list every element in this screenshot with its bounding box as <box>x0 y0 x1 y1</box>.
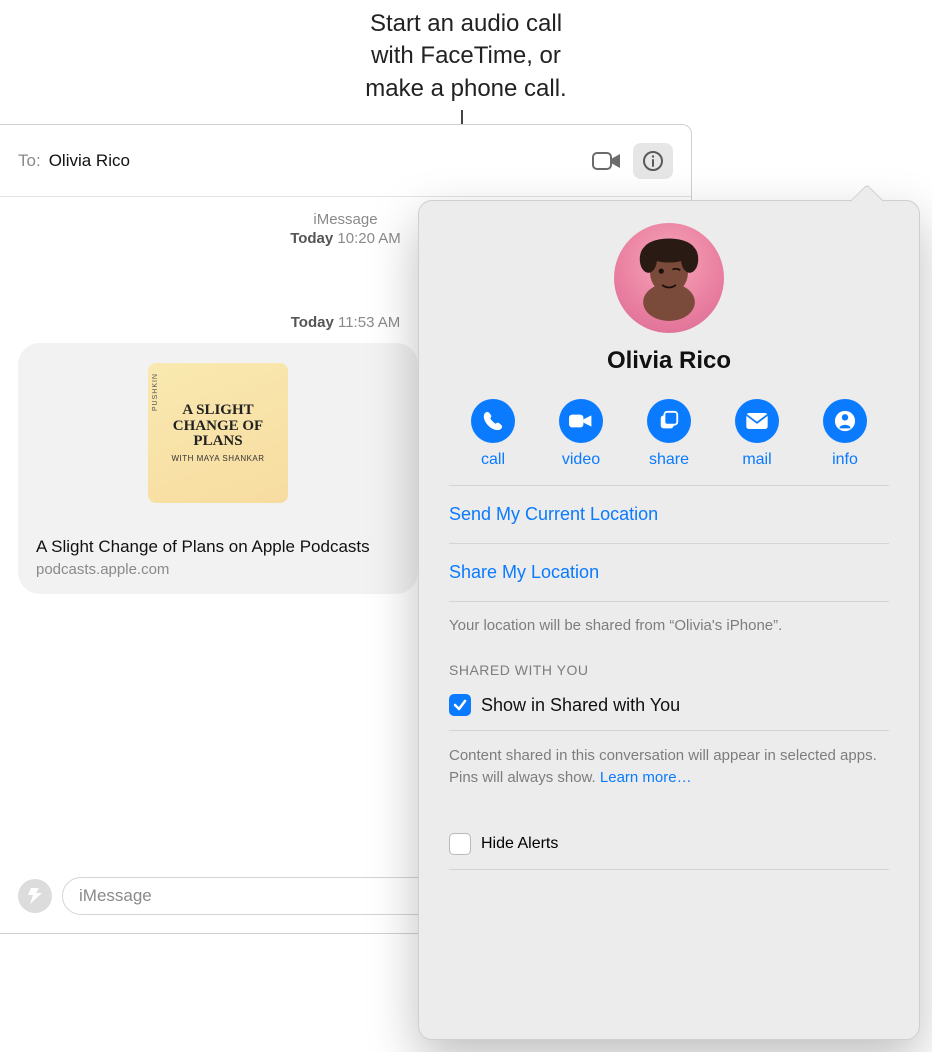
share-label: share <box>649 451 689 469</box>
link-preview-title: A Slight Change of Plans on Apple Podcas… <box>36 537 400 557</box>
share-my-location[interactable]: Share My Location <box>449 544 889 602</box>
show-in-shared-label: Show in Shared with You <box>481 695 680 716</box>
mail-label: mail <box>742 451 771 469</box>
hide-alerts-row[interactable]: Hide Alerts <box>449 797 889 870</box>
hide-alerts-checkbox[interactable] <box>449 833 471 855</box>
mail-button[interactable]: mail <box>717 399 797 469</box>
call-label: call <box>481 451 505 469</box>
info-label: info <box>832 451 858 469</box>
action-buttons-row: call video share mail info <box>449 399 889 469</box>
shared-description: Content shared in this conversation will… <box>449 731 889 797</box>
details-info-icon[interactable] <box>633 143 673 179</box>
send-current-location[interactable]: Send My Current Location <box>449 486 889 544</box>
link-preview-image: PUSHKIN A SLIGHT CHANGE OF PLANS WITH MA… <box>18 343 418 523</box>
video-call-icon[interactable] <box>587 143 627 179</box>
callout-text: Start an audio call with FaceTime, or ma… <box>0 8 932 105</box>
recipient-name[interactable]: Olivia Rico <box>49 151 130 171</box>
conversation-header: To: Olivia Rico <box>0 125 691 197</box>
link-preview-source: podcasts.apple.com <box>36 561 400 578</box>
share-button[interactable]: share <box>629 399 709 469</box>
contact-avatar[interactable] <box>614 223 724 333</box>
show-in-shared-checkbox[interactable] <box>449 694 471 716</box>
learn-more-link[interactable]: Learn more… <box>600 769 692 786</box>
apps-button[interactable] <box>18 879 52 913</box>
contact-name: Olivia Rico <box>449 347 889 375</box>
show-in-shared-row[interactable]: Show in Shared with You <box>449 688 889 731</box>
call-button[interactable]: call <box>453 399 533 469</box>
link-preview-card[interactable]: PUSHKIN A SLIGHT CHANGE OF PLANS WITH MA… <box>18 343 418 594</box>
video-button[interactable]: video <box>541 399 621 469</box>
to-label: To: <box>18 151 41 171</box>
location-note: Your location will be shared from “Olivi… <box>449 602 889 662</box>
video-label: video <box>562 451 600 469</box>
info-button[interactable]: info <box>805 399 885 469</box>
shared-with-you-header: SHARED WITH YOU <box>449 662 889 688</box>
message-placeholder: iMessage <box>79 886 152 906</box>
details-popover: Olivia Rico call video share mail info S… <box>418 200 920 1040</box>
hide-alerts-label: Hide Alerts <box>481 835 558 853</box>
